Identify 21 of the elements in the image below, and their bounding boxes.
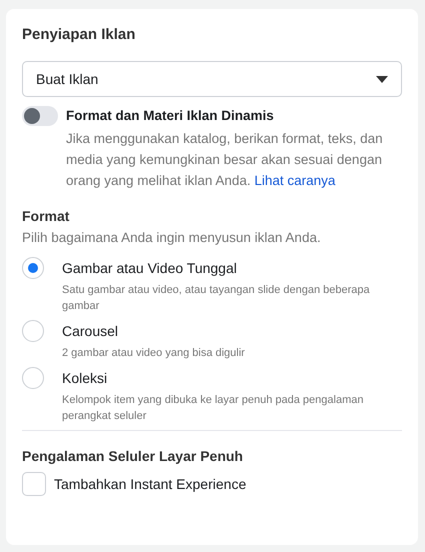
format-heading: Format <box>22 208 70 224</box>
option-description: Satu gambar atau video, atau tayangan slide dengan beberapa gambar <box>62 283 371 314</box>
fullscreen-heading: Pengalaman Seluler Layar Penuh <box>22 448 244 464</box>
ad-dropdown[interactable]: Buat Iklan <box>22 61 402 97</box>
toggle-description: Jika menggunakan katalog, berikan format, teks, dan media yang kemungkinan besar akan sesuai dengan orang yang melihat iklan Anda. Lihat caranya <box>66 130 384 190</box>
option-label: Gambar atau Video Tunggal <box>62 259 238 278</box>
toggle-label: Format dan Materi Iklan Dinamis <box>66 107 275 125</box>
option-label: Carousel <box>62 322 120 341</box>
format-subtitle: Pilih bagaimana Anda ingin menyusun iklan Anda. <box>22 230 322 245</box>
checkbox-label: Tambahkan Instant Experience <box>54 476 246 492</box>
radio-button[interactable] <box>22 257 44 279</box>
section-title: Penyiapan Iklan <box>22 26 136 43</box>
option-description: Kelompok item yang dibuka ke layar penuh pada pengalaman perangkat seluler <box>62 393 364 424</box>
caret-icon <box>376 76 388 82</box>
checkbox[interactable] <box>22 472 46 496</box>
radio-button[interactable] <box>22 320 44 342</box>
learn-more-link[interactable]: Lihat caranya <box>254 173 336 188</box>
option-description: 2 gambar atau video yang bisa digulir <box>62 346 245 361</box>
option-label: Koleksi <box>62 369 108 388</box>
toggle-switch[interactable] <box>22 106 58 126</box>
radio-button[interactable] <box>22 367 44 389</box>
